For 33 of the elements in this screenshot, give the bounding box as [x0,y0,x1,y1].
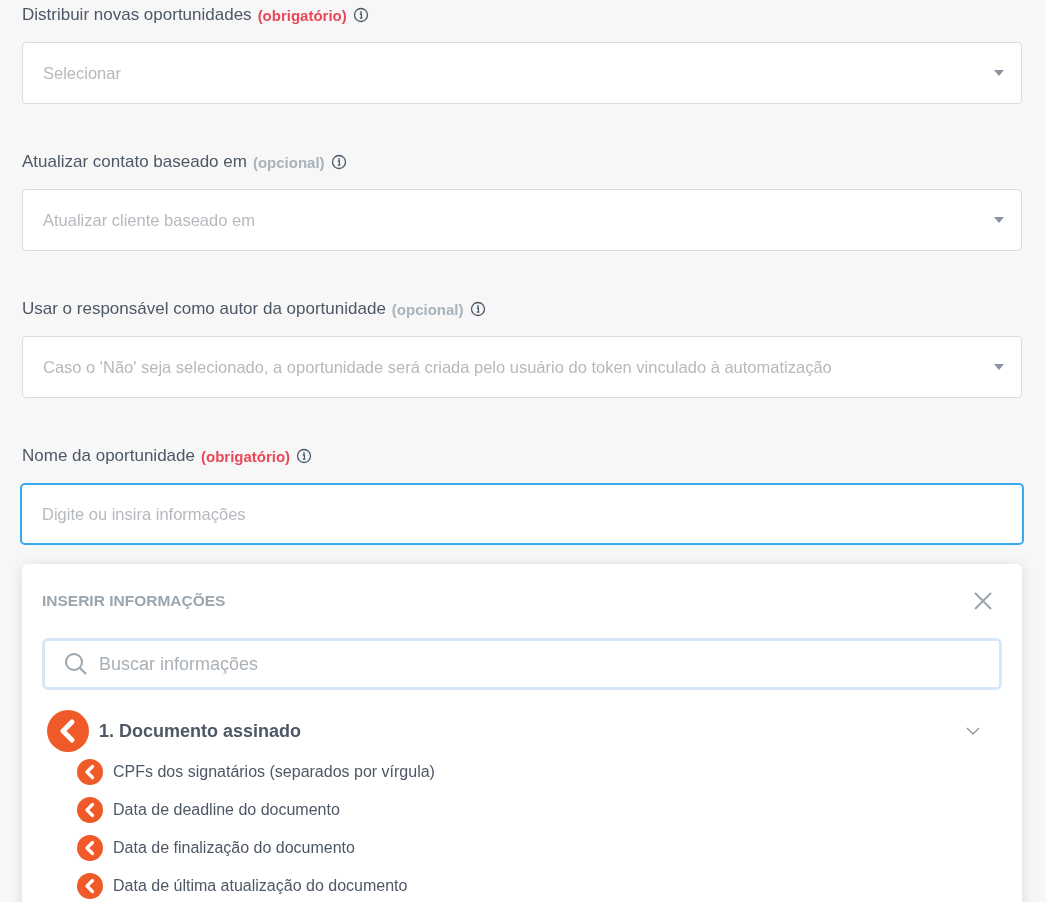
field-requirement: (opcional) [391,300,464,318]
brand-icon [77,759,103,785]
info-item[interactable]: Data de finalização do documento [42,829,1002,867]
field-label: Atualizar contato baseado em [22,152,247,172]
info-icon[interactable] [352,7,369,23]
info-icon[interactable] [330,154,347,170]
select-field[interactable]: Atualizar cliente baseado em [22,189,1022,251]
dropdown-caret-icon [994,70,1004,76]
info-icon[interactable] [296,448,313,464]
popup-title: INSERIR INFORMAÇÕES [42,592,226,610]
info-icon[interactable] [469,301,486,317]
search-icon [64,652,88,676]
field-label: Usar o responsável como autor da oportunidade [22,299,386,319]
field-requirement: (obrigatório) [257,6,347,24]
field-label: Nome da oportunidade [22,446,195,466]
field-requirement: (opcional) [252,153,325,171]
info-item[interactable]: Data de deadline do documento [42,791,1002,829]
search-field[interactable]: Buscar informações [42,638,1002,690]
field-label: Distribuir novas oportunidades [22,5,252,25]
info-item[interactable]: CPFs dos signatários (separados por vírgula) [42,753,1002,791]
brand-icon [77,873,103,899]
info-item[interactable]: Data de última atualização do documento [42,867,1002,902]
dropdown-caret-icon [994,217,1004,223]
brand-icon [47,710,89,752]
group-header[interactable]: 1. Documento assinado [42,709,1002,753]
select-field[interactable]: Selecionar [22,42,1022,104]
dropdown-caret-icon [994,364,1004,370]
select-field[interactable]: Caso o 'Não' seja selecionado, a oportunidade será criada pelo usuário do token vinculado à automatização [22,336,1022,398]
brand-icon [77,797,103,823]
text-field[interactable]: Digite ou insira informações [20,483,1024,545]
brand-icon [77,835,103,861]
field-requirement: (obrigatório) [200,447,291,465]
group-title: 1. Documento assinado [99,720,303,742]
